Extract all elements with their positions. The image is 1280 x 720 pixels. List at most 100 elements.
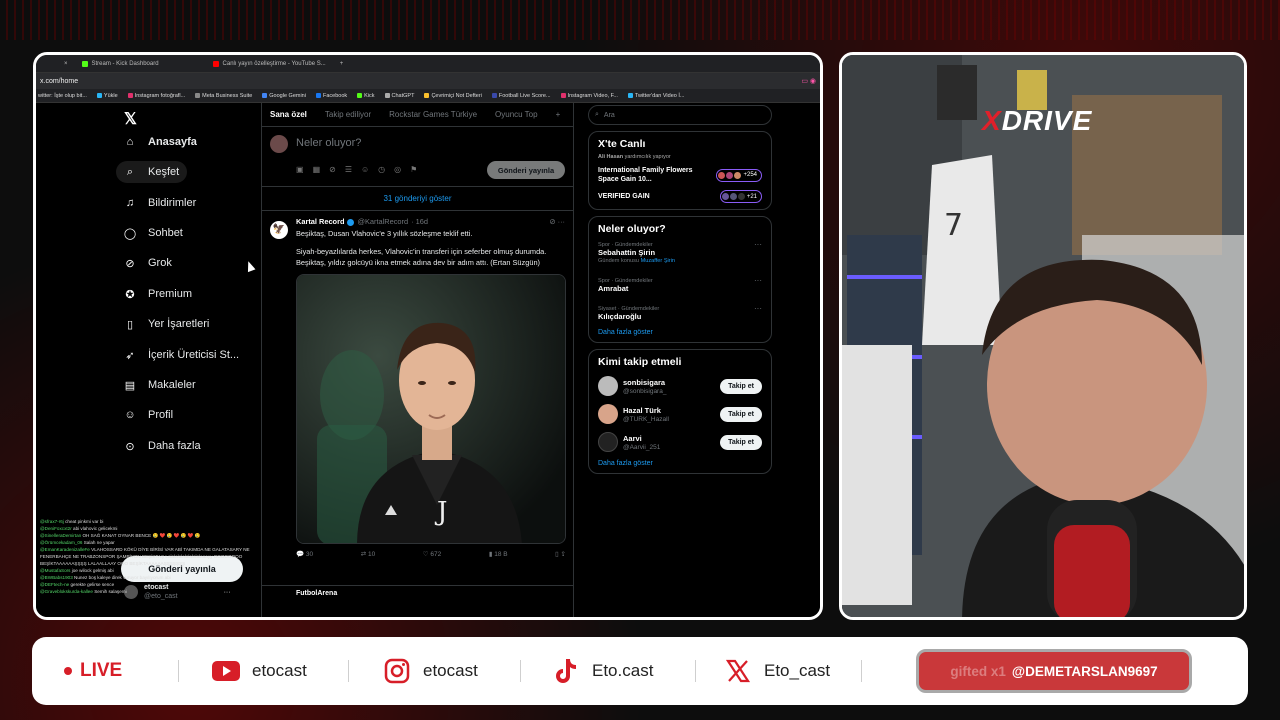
nav-articles[interactable]: ▤ Makaleler	[124, 374, 196, 396]
bookmark[interactable]: Yükle	[96, 93, 118, 99]
live-host[interactable]: Ali Hasan yardımcılık yapıyor	[598, 154, 762, 160]
show-more-link[interactable]: Daha fazla göster	[598, 460, 762, 467]
trend-item[interactable]: Siyaset · Gündemdekiler Kılıçdaroğlu ···	[598, 305, 762, 321]
bookmark-icon: ▯	[126, 318, 134, 331]
tab-close-icon[interactable]: ×	[64, 61, 68, 67]
trends-card: Neler oluyor? Spor · Gündemdekiler Sebah…	[588, 216, 772, 343]
follow-button[interactable]: Takip et	[720, 406, 762, 422]
avatar	[270, 135, 288, 153]
nav-more[interactable]: ⊙ Daha fazla	[124, 435, 200, 457]
tweet-handle[interactable]: @KartalRecord	[357, 217, 408, 228]
nav-notifications[interactable]: ♫ Bildirimler	[124, 192, 196, 214]
download-icon	[627, 93, 633, 98]
tweet-photo[interactable]: J	[296, 274, 566, 544]
poll-icon[interactable]: ☰	[345, 165, 352, 174]
grok-icon[interactable]: ⊘ ···	[549, 217, 565, 228]
nav-bookmarks[interactable]: ▯ Yer İşaretleri	[124, 313, 209, 335]
divider	[861, 660, 862, 682]
stream-chat-overlay: @sfrax7-r6j cheat pinkmi var bi @DeniFox…	[40, 518, 250, 595]
show-new-posts[interactable]: 31 gönderiyi göster	[262, 187, 573, 211]
tab-kick[interactable]: Stream - Kick Dashboard	[81, 60, 159, 67]
tweet-text-1: Beşiktaş, Dusan Vlahovic'e 3 yıllık sözl…	[296, 228, 473, 238]
nav-chat[interactable]: ◯ Sohbet	[124, 222, 183, 244]
kartal-avatar-icon[interactable]: 🦅	[270, 221, 288, 239]
social-bar: LIVE etocast etocast Eto.cast Eto_cast g…	[32, 637, 1248, 705]
bookmark[interactable]: Kick	[357, 93, 375, 99]
views-button[interactable]: ▮ 18 B	[489, 550, 508, 561]
profile-icon: ☺	[124, 409, 136, 421]
compose-input[interactable]: Neler oluyor?	[296, 137, 361, 149]
bookmark[interactable]: ChatGPT	[384, 93, 414, 99]
bookmark[interactable]: Meta Business Suite	[195, 93, 252, 99]
next-tweet[interactable]: FutbolArena	[262, 585, 573, 597]
like-button[interactable]: ♡ 672	[423, 550, 442, 561]
chat-message: @DEFtech-ne gerekte gelirse sence	[40, 582, 115, 587]
bookmark[interactable]: Instagram fotoğrafl...	[127, 93, 185, 99]
nav-grok[interactable]: ⊘ Grok	[124, 252, 171, 274]
youtube-link: etocast	[212, 657, 307, 685]
follow-button[interactable]: Takip et	[720, 434, 762, 450]
bookmark[interactable]: Çevrimiçi Not Defteri	[424, 93, 482, 99]
tab-for-you[interactable]: Sana özel	[270, 110, 307, 119]
bookmark[interactable]: Instagram Video, F...	[560, 93, 618, 99]
verified-icon	[347, 218, 355, 226]
bookmark[interactable]: Football Live Score...	[491, 93, 551, 99]
nav-profile[interactable]: ☺ Profil	[124, 404, 173, 426]
compose-tools: ▣ ▦ ⊘ ☰ ☺ ◷ ◎ ⚑	[296, 165, 417, 174]
tweet-actions: 💬 30 ⇄ 10 ♡ 672 ▮ 18 B ▯ ⇪	[296, 544, 566, 561]
webcam-frame: 7 XDRIVE	[839, 52, 1247, 620]
grok-icon[interactable]: ⊘	[329, 165, 336, 174]
tweet-author[interactable]: Kartal Record	[296, 217, 344, 228]
address-bar[interactable]: x.com/home ▭ ◉	[36, 73, 820, 89]
show-more-link[interactable]: Daha fazla göster	[598, 329, 762, 336]
follow-suggestion[interactable]: Hazal Türk @TURK_Hazall Takip et	[598, 404, 762, 424]
emoji-icon[interactable]: ☺	[361, 165, 369, 174]
live-space[interactable]: VERIFIED GAIN +21	[598, 190, 762, 203]
extensions-icon[interactable]: ▭ ◉	[801, 77, 816, 85]
more-icon[interactable]: ···	[754, 241, 762, 249]
x-icon	[724, 657, 752, 685]
trend-item[interactable]: Spor · Gündemdekiler Amrabat ···	[598, 277, 762, 293]
more-icon[interactable]: ···	[754, 305, 762, 313]
follow-suggestion[interactable]: sonbisigara @sonbisigara_ Takip et	[598, 376, 762, 396]
search-input[interactable]: ⌕ Ara	[588, 105, 772, 125]
card-title: X'te Canlı	[598, 138, 646, 150]
more-icon[interactable]: ···	[754, 277, 762, 285]
nav-premium[interactable]: ✪ Premium	[124, 283, 192, 305]
reply-button[interactable]: 💬 30	[296, 550, 313, 561]
tweet-time: · 16d	[411, 217, 428, 226]
bell-icon: ♫	[125, 197, 135, 209]
search-icon: ⌕	[595, 111, 599, 118]
image-icon[interactable]: ▣	[296, 165, 304, 174]
live-space[interactable]: International Family Flowers Space Gain …	[598, 166, 762, 184]
x-link: Eto_cast	[724, 657, 830, 685]
new-tab-button[interactable]: +	[340, 61, 344, 67]
bookmark[interactable]: Google Gemini	[262, 93, 306, 99]
bookmark[interactable]: witter: İşte olup bit...	[38, 93, 87, 99]
bookmark-share-buttons[interactable]: ▯ ⇪	[555, 550, 566, 561]
nav-home[interactable]: ⌂ Anasayfa	[124, 131, 197, 153]
upload-icon	[96, 93, 102, 98]
nav-creator-studio[interactable]: ➶ İçerik Üreticisi St...	[124, 344, 239, 366]
tweet[interactable]: 🦅 Kartal Record @KartalRecord · 16d ⊘ ··…	[262, 211, 573, 561]
repost-button[interactable]: ⇄ 10	[361, 550, 376, 561]
location-icon[interactable]: ◎	[394, 165, 401, 174]
bookmark[interactable]: Twitter'dan Video İ...	[627, 93, 684, 99]
schedule-icon[interactable]: ◷	[378, 165, 385, 174]
compose-post-button[interactable]: Gönderi yayınla	[487, 161, 565, 179]
nav-explore[interactable]: ⌕ Keşfet	[116, 161, 188, 183]
live-dot-icon	[64, 667, 72, 675]
follow-suggestion[interactable]: Aarvi @Aarvii_251 Takip et	[598, 432, 762, 452]
trend-item[interactable]: Spor · Gündemdekiler Sebahattin Şirin Gü…	[598, 241, 762, 265]
tab-rockstar[interactable]: Rockstar Games Türkiye	[389, 110, 477, 119]
add-tab-icon[interactable]: +	[556, 110, 561, 119]
tab-gamer[interactable]: Oyuncu Top	[495, 110, 538, 119]
tab-youtube[interactable]: Canlı yayın özelleştirme - YouTube S...	[212, 60, 326, 67]
gif-icon[interactable]: ▦	[313, 165, 321, 174]
tab-following[interactable]: Takip ediliyor	[325, 110, 371, 119]
follow-button[interactable]: Takip et	[720, 378, 762, 394]
x-logo-icon[interactable]: 𝕏	[124, 109, 137, 129]
bookmark[interactable]: Facebook	[315, 93, 347, 99]
live-indicator: LIVE	[64, 660, 122, 682]
flag-icon[interactable]: ⚑	[410, 165, 417, 174]
